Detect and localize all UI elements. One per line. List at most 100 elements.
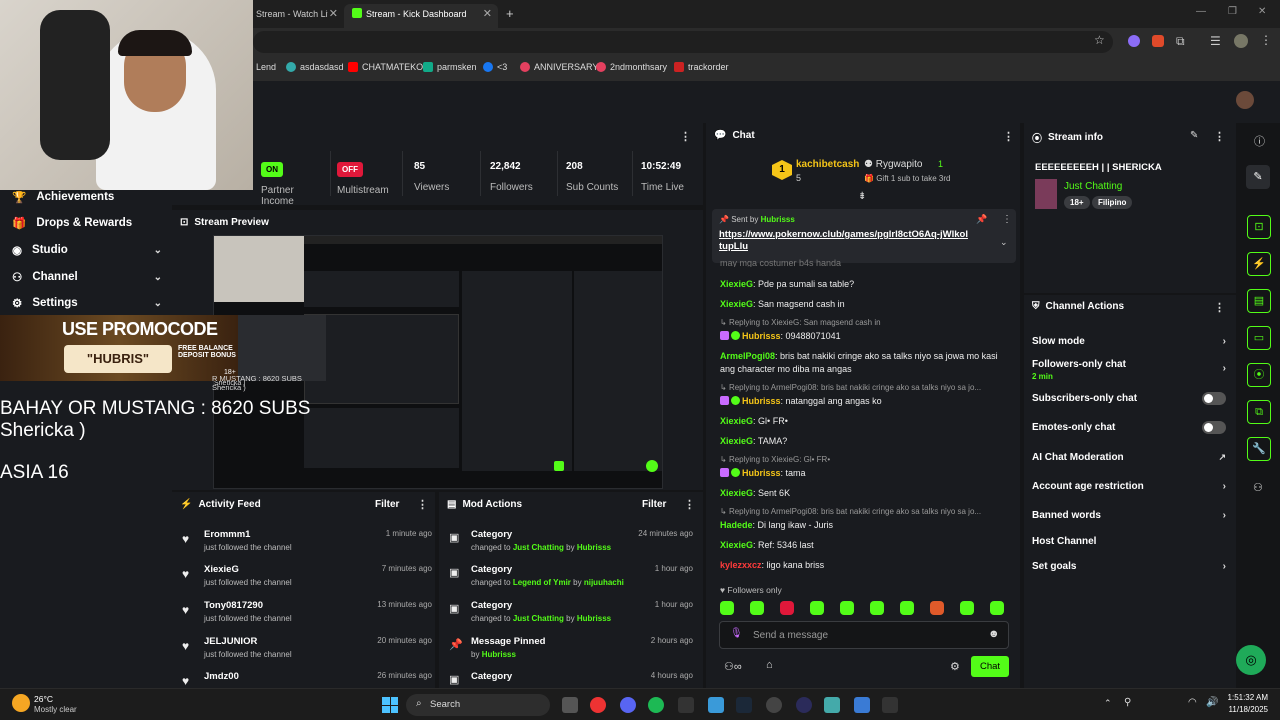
toggle-switch[interactable]: [1202, 392, 1226, 405]
gear-icon[interactable]: ⚙: [950, 660, 960, 673]
menu-icon[interactable]: ⋮: [1260, 33, 1272, 47]
more-options-icon[interactable]: ⋮: [1002, 214, 1012, 225]
close-icon[interactable]: ✕: [329, 4, 338, 24]
chrome-icon[interactable]: [590, 697, 606, 713]
more-options-icon[interactable]: ⋮: [1003, 130, 1014, 143]
network-icon[interactable]: ⚲: [1124, 697, 1131, 708]
more-options-icon[interactable]: ⋮: [1214, 130, 1225, 143]
chat-username[interactable]: XiexieG: [720, 436, 753, 446]
emote-icon[interactable]: [780, 601, 794, 615]
edit-icon[interactable]: ✎: [1190, 130, 1198, 141]
edit-icon[interactable]: ✎: [1246, 165, 1270, 189]
taskbar-search[interactable]: ⌕ Search: [406, 694, 550, 716]
app-icon[interactable]: [882, 697, 898, 713]
copy-icon[interactable]: ⧉: [1247, 400, 1271, 424]
users-icon[interactable]: ⚇: [1253, 481, 1263, 494]
chevron-down-icon[interactable]: ⌄: [1000, 237, 1008, 248]
toggle-switch[interactable]: [1202, 421, 1226, 434]
chat-username[interactable]: XiexieG: [720, 279, 753, 289]
emoji-icon[interactable]: ☻: [988, 628, 1000, 640]
url-input[interactable]: [253, 31, 1113, 53]
reading-list-icon[interactable]: ☰: [1210, 34, 1221, 48]
app-icon[interactable]: [766, 697, 782, 713]
filter-button[interactable]: Filter: [375, 499, 399, 510]
document-icon[interactable]: ▤: [1247, 289, 1271, 313]
camera-icon[interactable]: ⊡: [1247, 215, 1271, 239]
bookmark-item[interactable]: Lend: [256, 62, 276, 72]
tab-kick-dashboard[interactable]: Stream - Kick Dashboard ✕: [344, 4, 498, 28]
new-tab-button[interactable]: +: [506, 6, 514, 21]
sidebar-item-channel[interactable]: ⚇ Channel ⌄: [12, 270, 162, 284]
wrench-icon[interactable]: 🔧: [1247, 437, 1271, 461]
discord-icon[interactable]: [620, 697, 636, 713]
pin-icon[interactable]: 📌: [976, 214, 987, 225]
send-chat-button[interactable]: Chat: [971, 656, 1009, 677]
more-options-icon[interactable]: ⋮: [1214, 301, 1225, 314]
spotify-icon[interactable]: [648, 697, 664, 713]
store-icon[interactable]: ⌂: [766, 659, 773, 671]
profile-avatar[interactable]: [1234, 34, 1248, 48]
gifter-name[interactable]: ⚉ Rygwapito: [864, 159, 922, 170]
volume-icon[interactable]: 🔊: [1206, 697, 1218, 708]
bookmark-item[interactable]: 2ndmonthsary: [596, 62, 667, 72]
emote-icon[interactable]: [960, 601, 974, 615]
broadcast-icon[interactable]: ⦿: [1247, 363, 1271, 387]
tag[interactable]: Filipino: [1092, 196, 1133, 209]
bookmark-item[interactable]: <3: [483, 62, 507, 72]
chat-username[interactable]: XiexieG: [720, 488, 753, 498]
gift-prompt[interactable]: 🎁 Gift 1 sub to take 3rd: [864, 174, 950, 183]
channel-action-account-age-restriction[interactable]: Account age restriction ›: [1032, 481, 1226, 497]
channel-action-slow-mode[interactable]: Slow mode ›: [1032, 336, 1226, 352]
channel-action-subscribers-only-chat[interactable]: Subscribers-only chat: [1032, 392, 1226, 409]
bookmark-item[interactable]: CHATMATEKO: [348, 62, 423, 72]
emote-icon[interactable]: [990, 601, 1004, 615]
chat-username[interactable]: ArmelPogi08: [720, 351, 775, 361]
channel-action-set-goals[interactable]: Set goals ›: [1032, 561, 1226, 577]
bolt-icon[interactable]: ⚡: [1247, 252, 1271, 276]
emote-icon[interactable]: [900, 601, 914, 615]
more-options-icon[interactable]: ⋮: [417, 498, 428, 511]
category-link[interactable]: Just Chatting: [1064, 181, 1122, 192]
emote-icon[interactable]: [810, 601, 824, 615]
emote-icon[interactable]: [840, 601, 854, 615]
close-icon[interactable]: ✕: [483, 4, 492, 24]
extension-icon[interactable]: [1128, 35, 1140, 47]
windows-start-icon[interactable]: [382, 697, 398, 713]
more-options-icon[interactable]: ⋮: [684, 498, 695, 511]
emote-icon[interactable]: [870, 601, 884, 615]
minimize-icon[interactable]: —: [1196, 6, 1206, 17]
extension-icon[interactable]: [1152, 35, 1164, 47]
info-icon[interactable]: ⓘ: [1254, 133, 1265, 149]
help-chat-button[interactable]: ◎: [1236, 645, 1266, 675]
more-options-icon[interactable]: ⋮: [680, 130, 691, 143]
chat-username[interactable]: XiexieG: [720, 299, 753, 309]
filter-button[interactable]: Filter: [642, 499, 666, 510]
maximize-icon[interactable]: ❐: [1228, 6, 1237, 17]
sidebar-item-studio[interactable]: ◉ Studio ⌄: [12, 243, 162, 257]
user-avatar[interactable]: [1236, 91, 1254, 109]
app-icon[interactable]: [796, 697, 812, 713]
chevron-up-icon[interactable]: ⌃: [1104, 698, 1112, 709]
channel-action-banned-words[interactable]: Banned words ›: [1032, 510, 1226, 526]
puzzle-icon[interactable]: ⧉: [1176, 34, 1185, 49]
task-view-icon[interactable]: [562, 697, 578, 713]
channel-action-followers-only-chat[interactable]: Followers-only chat 2 min ›: [1032, 359, 1226, 385]
chat-username[interactable]: Hubrisss: [742, 331, 781, 341]
wifi-icon[interactable]: ◠: [1188, 697, 1197, 708]
emote-icon[interactable]: [720, 601, 734, 615]
chat-input[interactable]: 🎙 Send a message ☻: [719, 621, 1009, 649]
collapse-icon[interactable]: ⇟: [858, 191, 866, 202]
bookmark-item[interactable]: trackorder: [674, 62, 729, 72]
sidebar-item-settings[interactable]: ⚙ Settings ⌄: [12, 296, 162, 310]
steam-icon[interactable]: [736, 697, 752, 713]
bookmark-item[interactable]: asdasdasd: [286, 62, 344, 72]
star-icon[interactable]: ☆: [1094, 33, 1105, 47]
chat-username[interactable]: Hadede: [720, 520, 753, 530]
chat-icon[interactable]: ▭: [1247, 326, 1271, 350]
channel-action-ai-chat-moderation[interactable]: AI Chat Moderation ↗: [1032, 452, 1226, 468]
chat-username[interactable]: Hubrisss: [742, 396, 781, 406]
app-icon[interactable]: [824, 697, 840, 713]
channel-action-emotes-only-chat[interactable]: Emotes-only chat: [1032, 421, 1226, 438]
notepad-icon[interactable]: [854, 697, 870, 713]
app-icon[interactable]: [678, 697, 694, 713]
